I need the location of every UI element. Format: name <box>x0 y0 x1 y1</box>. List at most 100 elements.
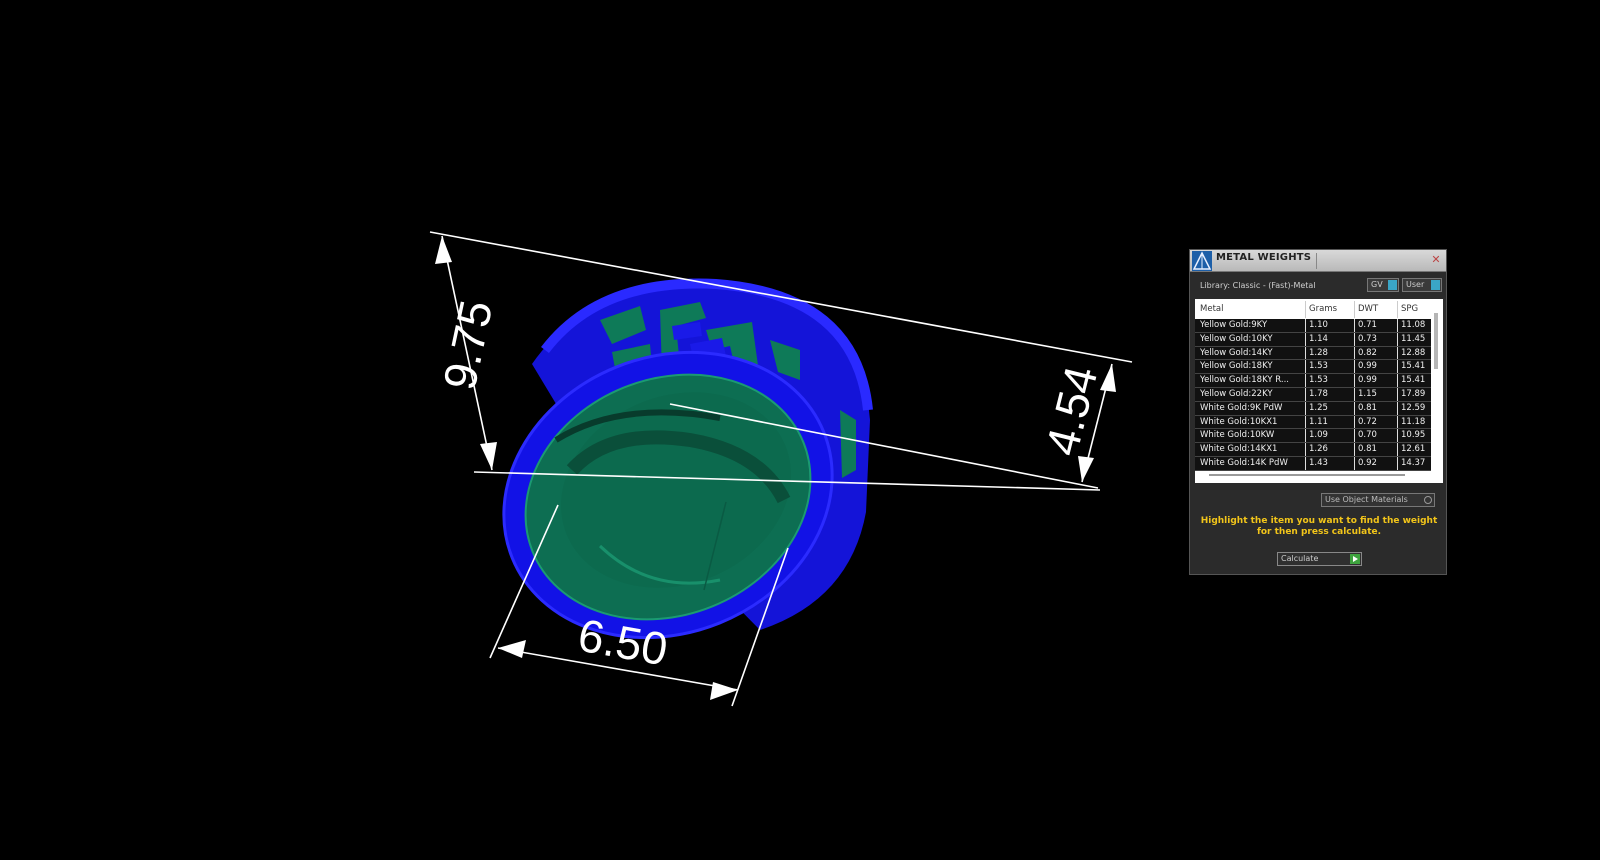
calculate-button[interactable]: Calculate <box>1277 552 1362 566</box>
library-label: Library: Classic - (Fast)-Metal <box>1200 281 1316 290</box>
table-row[interactable]: Yellow Gold:18KY 1.53 0.99 15.41 <box>1195 360 1431 375</box>
column-divider <box>1305 346 1306 360</box>
column-divider <box>1354 415 1355 429</box>
table-row[interactable]: Yellow Gold:10KY 1.14 0.73 11.45 <box>1195 332 1431 347</box>
table-row[interactable]: Yellow Gold:18KY R... 1.53 0.99 15.41 <box>1195 374 1431 388</box>
cell-dwt: 0.81 <box>1358 444 1377 455</box>
cell-spg: 17.89 <box>1401 388 1426 399</box>
metal-table[interactable]: Metal Grams DWT SPG Yellow Gold:9KY 1.10 0… <box>1195 299 1443 483</box>
horizontal-scrollbar[interactable] <box>1209 474 1405 476</box>
cell-spg: 12.88 <box>1401 347 1426 358</box>
table-row[interactable]: White Gold:10KW 1.09 0.70 10.95 <box>1195 429 1431 444</box>
cell-dwt: 1.15 <box>1358 388 1377 399</box>
user-toggle[interactable]: User <box>1402 278 1442 292</box>
cell-spg: 11.18 <box>1401 416 1426 427</box>
table-row[interactable]: Yellow Gold:9KY 1.10 0.71 11.08 <box>1195 319 1431 333</box>
column-divider <box>1354 443 1355 456</box>
column-divider <box>1397 443 1398 456</box>
cell-spg: 12.59 <box>1401 402 1426 413</box>
toggle-switch-icon <box>1388 280 1397 290</box>
column-header-grams[interactable]: Grams <box>1309 304 1337 314</box>
column-divider <box>1305 415 1306 429</box>
vertical-scrollbar[interactable] <box>1434 313 1438 369</box>
metal-weights-panel[interactable]: METAL WEIGHTS ✕ Library: Classic - (Fast… <box>1189 249 1447 575</box>
cell-grams: 1.09 <box>1309 430 1328 441</box>
cell-metal: White Gold:10KW <box>1200 430 1275 441</box>
column-divider <box>1354 456 1355 470</box>
column-divider <box>1305 360 1306 374</box>
column-divider <box>1354 360 1355 374</box>
table-row[interactable]: White Gold:9K PdW 1.25 0.81 12.59 <box>1195 401 1431 416</box>
table-body: Yellow Gold:9KY 1.10 0.71 11.08 Yellow Gold:… <box>1195 319 1431 471</box>
cell-spg: 15.41 <box>1401 375 1426 386</box>
table-row[interactable]: Yellow Gold:14KY 1.28 0.82 12.88 <box>1195 346 1431 361</box>
cell-grams: 1.26 <box>1309 444 1328 455</box>
cell-grams: 1.53 <box>1309 361 1328 372</box>
column-divider <box>1305 374 1306 387</box>
column-header-metal[interactable]: Metal <box>1200 304 1223 314</box>
titlebar-divider <box>1316 253 1317 269</box>
cell-grams: 1.14 <box>1309 333 1328 344</box>
cell-spg: 11.45 <box>1401 333 1426 344</box>
table-row[interactable]: White Gold:14K PdW 1.43 0.92 14.37 <box>1195 456 1431 471</box>
cell-dwt: 0.81 <box>1358 402 1377 413</box>
cell-metal: Yellow Gold:14KY <box>1200 347 1273 358</box>
column-divider <box>1397 387 1398 401</box>
cell-spg: 12.61 <box>1401 444 1426 455</box>
column-divider <box>1305 443 1306 456</box>
cell-metal: Yellow Gold:18KY R... <box>1200 375 1289 386</box>
close-icon[interactable]: ✕ <box>1430 254 1442 266</box>
cell-metal: White Gold:14K PdW <box>1200 457 1288 468</box>
dimension-height-label: 9.75 <box>433 296 502 394</box>
column-divider <box>1397 346 1398 360</box>
cell-spg: 10.95 <box>1401 430 1426 441</box>
column-header-dwt[interactable]: DWT <box>1358 304 1378 314</box>
column-divider <box>1305 319 1306 332</box>
column-divider <box>1397 360 1398 374</box>
cell-metal: White Gold:10KX1 <box>1200 416 1278 427</box>
column-header-spg[interactable]: SPG <box>1401 304 1418 314</box>
column-divider <box>1354 401 1355 415</box>
column-divider <box>1397 429 1398 443</box>
column-divider <box>1397 374 1398 387</box>
cell-metal: Yellow Gold:9KY <box>1200 320 1268 330</box>
user-toggle-label: User <box>1406 280 1425 289</box>
cell-metal: Yellow Gold:10KY <box>1200 333 1273 344</box>
panel-title: METAL WEIGHTS <box>1216 252 1312 263</box>
table-row[interactable]: White Gold:10KX1 1.11 0.72 11.18 <box>1195 415 1431 430</box>
cell-metal: Yellow Gold:22KY <box>1200 388 1273 399</box>
panel-titlebar[interactable]: METAL WEIGHTS ✕ <box>1190 250 1446 272</box>
cell-grams: 1.10 <box>1309 320 1328 330</box>
column-divider <box>1354 332 1355 346</box>
app-logo-icon <box>1192 251 1212 271</box>
cell-grams: 1.25 <box>1309 402 1328 413</box>
table-row[interactable]: White Gold:14KX1 1.26 0.81 12.61 <box>1195 443 1431 457</box>
cell-spg: 15.41 <box>1401 361 1426 372</box>
cell-grams: 1.28 <box>1309 347 1328 358</box>
cell-dwt: 0.92 <box>1358 457 1377 468</box>
column-divider <box>1354 374 1355 387</box>
cell-grams: 1.78 <box>1309 388 1328 399</box>
column-divider <box>1305 387 1306 401</box>
table-header: Metal Grams DWT SPG <box>1195 299 1431 318</box>
cell-dwt: 0.82 <box>1358 347 1377 358</box>
column-divider <box>1305 429 1306 443</box>
use-object-materials-label: Use Object Materials <box>1325 495 1408 504</box>
cell-dwt: 0.73 <box>1358 333 1377 344</box>
cell-dwt: 0.99 <box>1358 375 1377 386</box>
radio-icon <box>1424 496 1432 504</box>
column-divider <box>1354 301 1355 318</box>
cell-spg: 11.08 <box>1401 320 1426 330</box>
gv-toggle[interactable]: GV <box>1367 278 1399 292</box>
use-object-materials-dropdown[interactable]: Use Object Materials <box>1321 493 1435 507</box>
play-icon <box>1350 554 1360 564</box>
cell-metal: Yellow Gold:18KY <box>1200 361 1273 372</box>
column-divider <box>1397 332 1398 346</box>
gv-toggle-label: GV <box>1371 280 1383 289</box>
column-divider <box>1397 456 1398 470</box>
column-divider <box>1305 456 1306 470</box>
column-divider <box>1305 301 1306 318</box>
column-divider <box>1354 429 1355 443</box>
calculate-label: Calculate <box>1281 554 1319 563</box>
table-row[interactable]: Yellow Gold:22KY 1.78 1.15 17.89 <box>1195 387 1431 402</box>
